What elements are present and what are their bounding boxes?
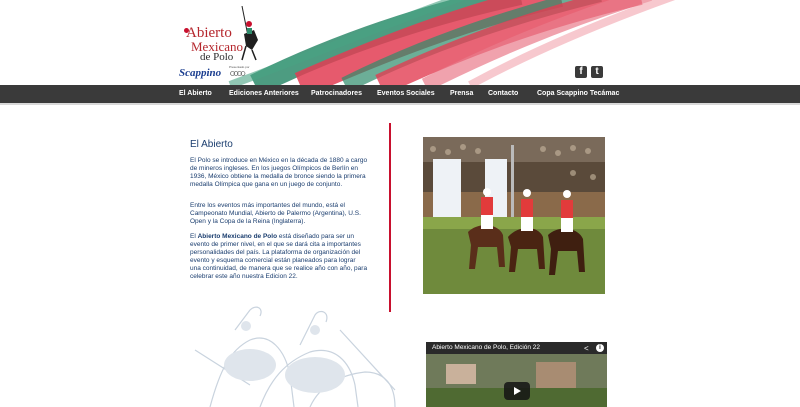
decorative-swoosh <box>228 0 676 85</box>
twitter-icon[interactable]: t <box>591 66 603 78</box>
sponsor-presented-by: Presentado por <box>229 65 250 69</box>
sponsor-logo-scappino[interactable]: Scappino <box>179 66 225 80</box>
audi-rings-icon <box>230 71 246 76</box>
p3-lead: El <box>190 233 198 240</box>
nav-item-eventos-sociales[interactable]: Eventos Sociales <box>377 85 435 103</box>
facebook-icon[interactable]: f <box>575 66 587 78</box>
vertical-divider <box>389 123 391 312</box>
site-header: Abierto Mexicano de Polo Scappino Presen… <box>0 0 800 85</box>
nav-item-copa-scappino[interactable]: Copa Scappino Tecámac <box>537 85 619 103</box>
nav-item-el-abierto[interactable]: El Abierto <box>179 85 212 103</box>
intro-paragraph-events: Entre los eventos más importantes del mu… <box>190 202 361 225</box>
nav-item-contacto[interactable]: Contacto <box>488 85 518 103</box>
polo-photo-illustration <box>423 137 605 294</box>
play-icon <box>514 387 521 395</box>
polo-match-photo <box>423 137 605 294</box>
video-title[interactable]: Abierto Mexicano de Polo, Edición 22 <box>432 344 540 351</box>
video-player[interactable]: Abierto Mexicano de Polo, Edición 22 < i <box>426 342 607 407</box>
intro-paragraph-abierto: El Abierto Mexicano de Polo está diseñad… <box>190 233 368 281</box>
play-button[interactable] <box>504 382 530 400</box>
share-icon[interactable]: < <box>584 344 589 353</box>
nav-item-patrocinadores[interactable]: Patrocinadores <box>311 85 362 103</box>
p3-rest: está diseñado para ser un evento de prim… <box>190 233 368 280</box>
sponsor-logo-audi[interactable]: Presentado por <box>229 65 250 78</box>
intro-paragraph-history: El Polo se introduce en México en la déc… <box>190 157 368 188</box>
p3-bold-name: Abierto Mexicano de Polo <box>197 233 278 240</box>
nav-item-prensa[interactable]: Prensa <box>450 85 473 103</box>
page-title: El Abierto <box>190 139 233 150</box>
main-nav: El Abierto Ediciones Anteriores Patrocin… <box>0 85 800 103</box>
nav-item-ediciones-anteriores[interactable]: Ediciones Anteriores <box>229 85 299 103</box>
background-polo-players-illustration <box>194 306 396 407</box>
site-logo[interactable]: Abierto Mexicano de Polo <box>182 6 264 70</box>
nav-underline <box>0 103 800 105</box>
info-icon[interactable]: i <box>596 344 604 352</box>
logo-line3: de Polo <box>200 51 234 63</box>
